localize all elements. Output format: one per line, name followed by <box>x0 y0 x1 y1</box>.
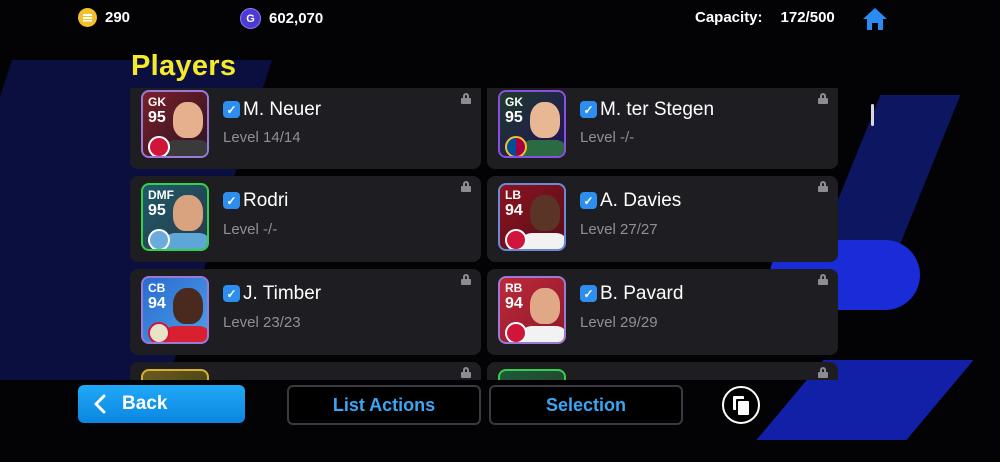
player-portrait <box>498 369 566 380</box>
verified-check-icon: ✓ <box>223 192 240 209</box>
back-button[interactable]: Back <box>78 385 245 423</box>
position-label: GK <box>505 95 523 109</box>
lock-icon <box>818 181 828 192</box>
position-label: DMF <box>148 188 174 202</box>
club-crest-icon <box>505 322 527 342</box>
player-level: Level -/- <box>223 221 278 238</box>
verified-check-icon: ✓ <box>223 285 240 302</box>
player-level: Level 27/27 <box>580 221 658 238</box>
player-portrait: DMF 95 <box>141 183 209 251</box>
list-scrollbar[interactable] <box>871 104 874 126</box>
home-button[interactable] <box>861 6 889 32</box>
position-label: LB <box>505 188 521 202</box>
club-crest-icon <box>148 136 170 156</box>
home-icon <box>863 8 887 30</box>
club-crest-icon <box>148 229 170 249</box>
overall-rating: 95 <box>148 202 166 219</box>
player-card[interactable]: RB 94 ✓ B. Pavard Level 29/29 <box>487 269 838 355</box>
coin-value: 290 <box>105 9 131 26</box>
player-name: Rodri <box>243 190 289 211</box>
g-point-icon: G <box>240 8 261 29</box>
e-coin-icon <box>78 8 97 27</box>
club-crest-icon <box>148 322 170 342</box>
chevron-left-icon <box>94 394 106 414</box>
overall-rating: 94 <box>505 295 523 312</box>
capacity-label: Capacity: <box>695 9 763 26</box>
list-actions-button[interactable]: List Actions <box>287 385 481 425</box>
player-portrait <box>141 369 209 380</box>
player-level: Level 29/29 <box>580 314 658 331</box>
player-name: B. Pavard <box>600 283 684 304</box>
stack-icon-front <box>738 401 749 415</box>
player-name: A. Davies <box>600 190 682 211</box>
overall-rating: 94 <box>148 295 166 312</box>
player-portrait: GK 95 <box>498 90 566 158</box>
lock-icon <box>818 274 828 285</box>
overall-rating: 94 <box>505 202 523 219</box>
lock-icon <box>461 93 471 104</box>
club-crest-icon <box>505 136 527 156</box>
verified-check-icon: ✓ <box>580 285 597 302</box>
selection-button[interactable]: Selection <box>489 385 683 425</box>
player-name: M. Neuer <box>243 99 322 120</box>
verified-check-icon: ✓ <box>580 101 597 118</box>
capacity: Capacity: 172/500 <box>695 9 835 26</box>
position-label: RB <box>505 281 523 295</box>
overall-rating: 95 <box>148 109 166 126</box>
player-portrait: LB 94 <box>498 183 566 251</box>
player-portrait: RB 94 <box>498 276 566 344</box>
coin-balance: 290 <box>78 8 130 27</box>
capacity-value: 172/500 <box>780 9 835 26</box>
verified-check-icon: ✓ <box>580 192 597 209</box>
club-crest-icon <box>505 229 527 249</box>
player-name: M. ter Stegen <box>600 99 715 120</box>
player-level: Level 14/14 <box>223 129 301 146</box>
player-card[interactable]: LB 94 ✓ A. Davies Level 27/27 <box>487 176 838 262</box>
player-card[interactable] <box>487 362 838 380</box>
lock-icon <box>818 93 828 104</box>
player-card[interactable]: CB 94 ✓ J. Timber Level 23/23 <box>130 269 481 355</box>
player-card[interactable]: GK 95 ✓ M. Neuer Level 14/14 <box>130 88 481 169</box>
player-card[interactable]: GK 95 ✓ M. ter Stegen Level -/- <box>487 88 838 169</box>
player-level: Level -/- <box>580 129 635 146</box>
lock-icon <box>461 181 471 192</box>
top-bar: 290 G 602,070 Capacity: 172/500 <box>0 0 1000 36</box>
player-portrait: GK 95 <box>141 90 209 158</box>
verified-check-icon: ✓ <box>223 101 240 118</box>
player-list[interactable]: GK 95 ✓ M. Neuer Level 14/14 GK 95 ✓ M. … <box>128 88 844 380</box>
player-portrait: CB 94 <box>141 276 209 344</box>
lock-icon <box>818 367 828 378</box>
overall-rating: 95 <box>505 109 523 126</box>
page-title: Players <box>131 50 237 82</box>
lock-icon <box>461 274 471 285</box>
back-label: Back <box>122 393 168 414</box>
player-card[interactable]: DMF 95 ✓ Rodri Level -/- <box>130 176 481 262</box>
player-name: J. Timber <box>243 283 322 304</box>
lock-icon <box>461 367 471 378</box>
player-level: Level 23/23 <box>223 314 301 331</box>
gp-value: 602,070 <box>269 10 324 27</box>
position-label: GK <box>148 95 166 109</box>
multi-select-button[interactable] <box>722 386 760 424</box>
screen: 290 G 602,070 Capacity: 172/500 Players … <box>0 0 1000 462</box>
gp-balance: G 602,070 <box>240 8 323 29</box>
player-card[interactable] <box>130 362 481 380</box>
position-label: CB <box>148 281 166 295</box>
